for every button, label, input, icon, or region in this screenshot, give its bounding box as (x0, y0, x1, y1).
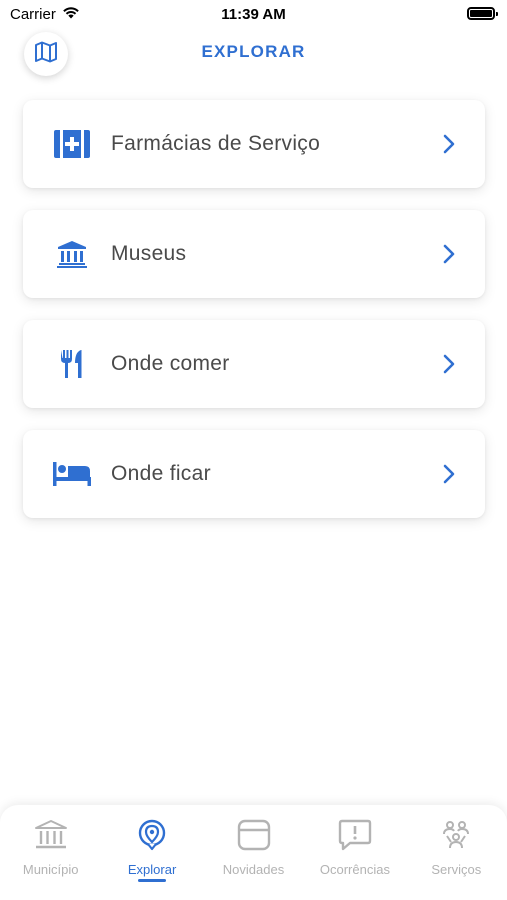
services-icon (439, 819, 473, 856)
tab-label: Serviços (431, 862, 482, 877)
tab-label: Ocorrências (319, 862, 390, 877)
chevron-right-icon (443, 244, 455, 269)
explore-list: Farmácias de Serviço Museus Onde comer O… (23, 100, 485, 540)
list-item-museums[interactable]: Museus (23, 210, 485, 298)
list-item-restaurants[interactable]: Onde comer (23, 320, 485, 408)
tab-bar: Município Explorar Novidades Ocorrências… (0, 805, 507, 900)
tab-novidades[interactable]: Novidades (203, 805, 304, 900)
alert-chat-icon (338, 819, 372, 856)
pharmacy-icon (53, 129, 91, 159)
tab-label: Município (22, 862, 79, 877)
tab-label: Novidades (222, 862, 285, 877)
municipality-icon (34, 819, 68, 856)
status-right (467, 7, 498, 20)
tab-servicos[interactable]: Serviços (406, 805, 507, 900)
museum-icon (53, 239, 91, 269)
page-title: EXPLORAR (201, 42, 306, 61)
list-item-label: Onde comer (111, 352, 230, 375)
list-item-label: Museus (111, 242, 187, 265)
tab-municipio[interactable]: Município (0, 805, 101, 900)
header: EXPLORAR (0, 30, 507, 80)
chevron-right-icon (443, 354, 455, 379)
list-item-label: Onde ficar (111, 462, 211, 485)
list-item-label: Farmácias de Serviço (111, 132, 321, 155)
hotel-icon (53, 459, 91, 489)
tab-label: Explorar (127, 862, 177, 877)
chevron-right-icon (443, 464, 455, 489)
chevron-right-icon (443, 134, 455, 159)
list-item-lodging[interactable]: Onde ficar (23, 430, 485, 518)
status-bar: Carrier 11:39 AM (0, 0, 507, 30)
battery-icon (467, 7, 498, 20)
active-tab-indicator (138, 879, 167, 882)
location-pin-icon (135, 819, 169, 856)
news-icon (237, 819, 271, 856)
list-item-pharmacies[interactable]: Farmácias de Serviço (23, 100, 485, 188)
restaurant-icon (53, 349, 91, 379)
status-time: 11:39 AM (221, 6, 286, 23)
tab-explorar[interactable]: Explorar (101, 805, 202, 900)
tab-ocorrencias[interactable]: Ocorrências (304, 805, 405, 900)
